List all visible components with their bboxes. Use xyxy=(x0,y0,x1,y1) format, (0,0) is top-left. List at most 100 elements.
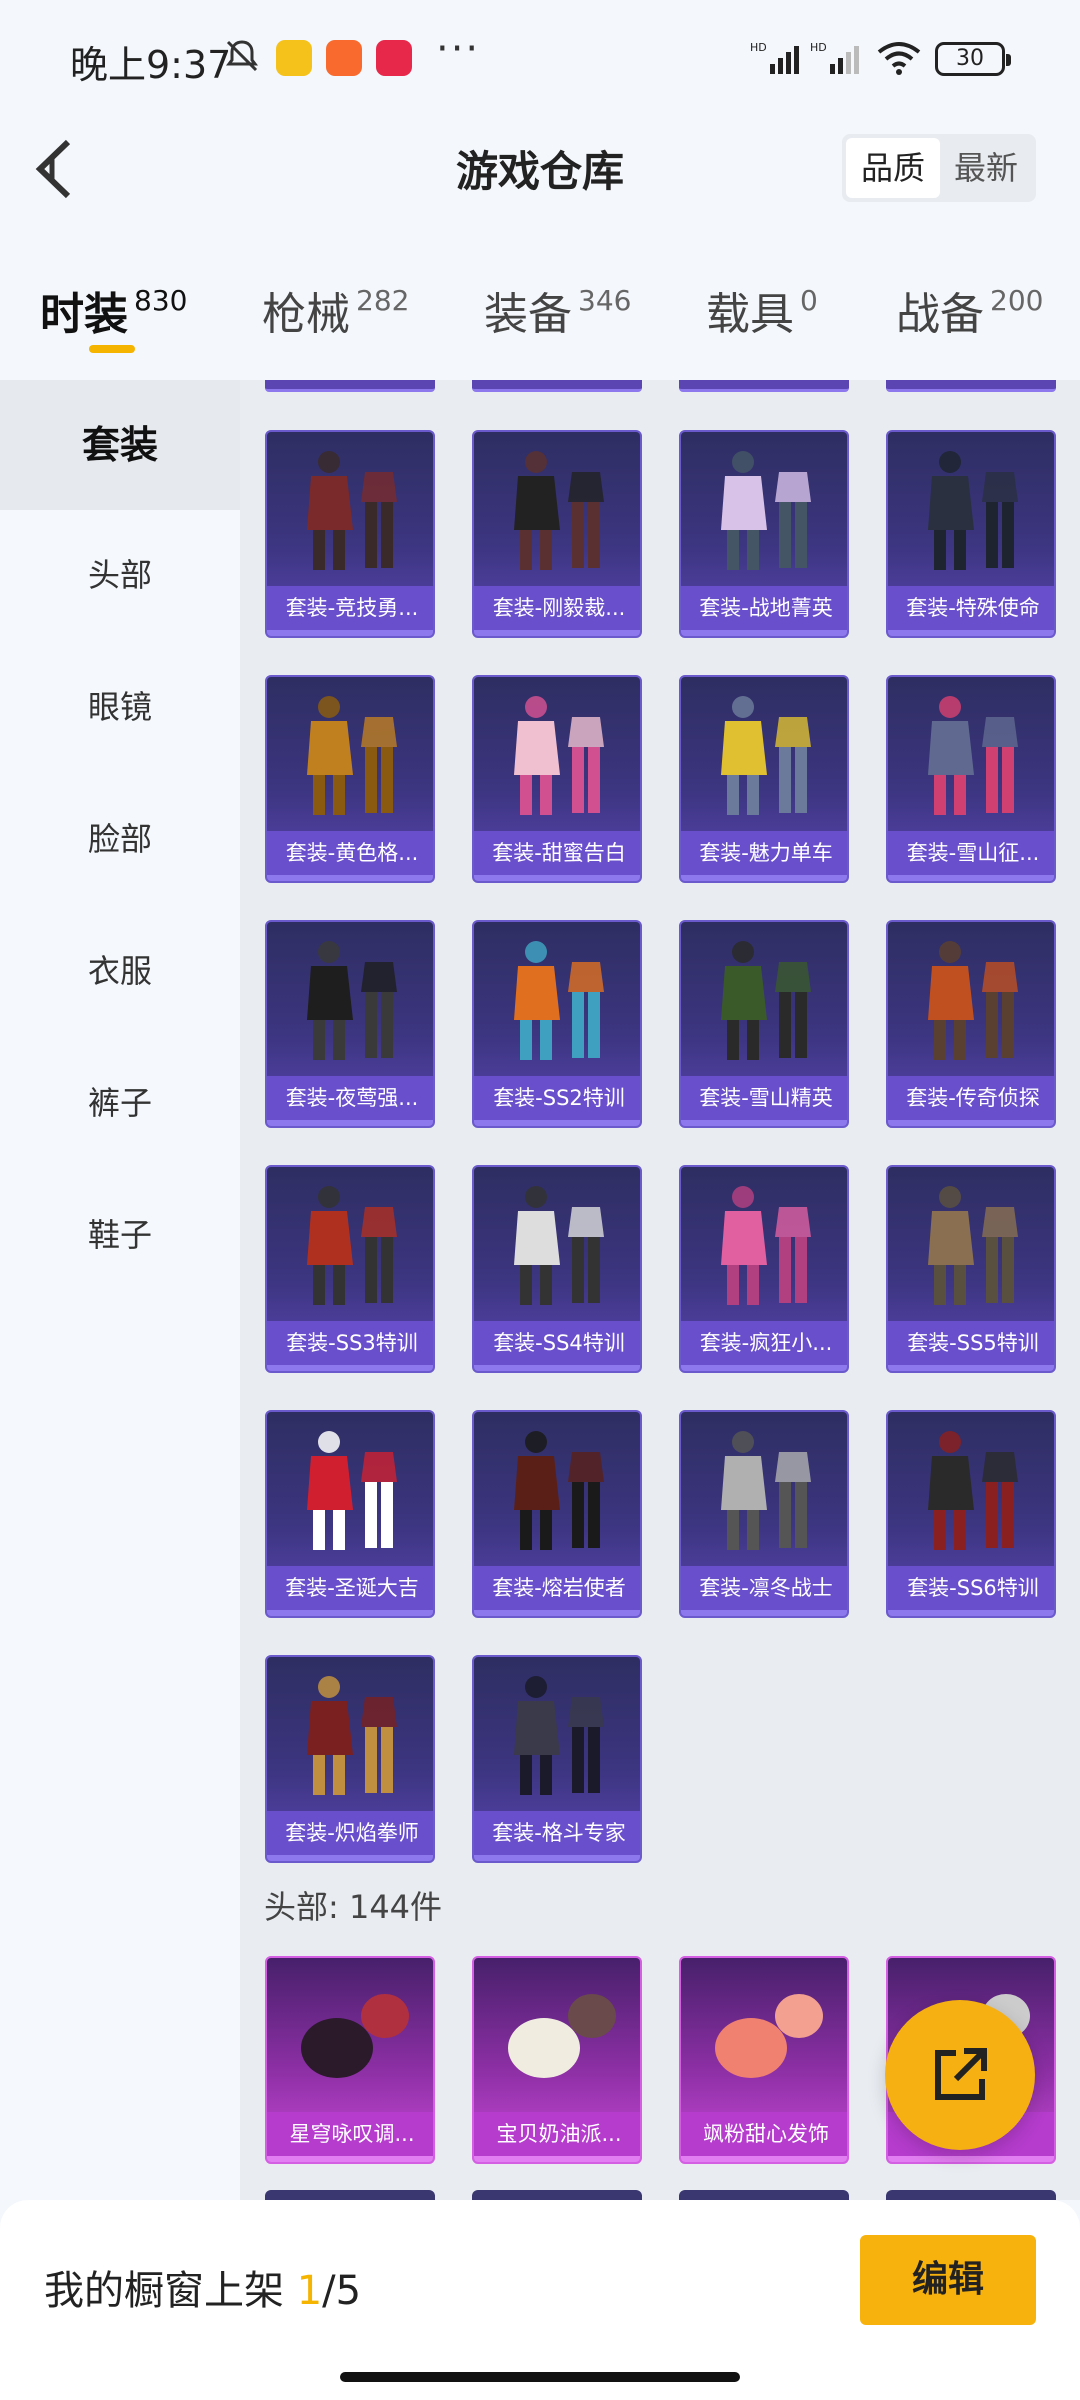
item-name: 套装-SS5特训 xyxy=(888,1321,1054,1371)
sidebar-item-head[interactable]: 头部 xyxy=(0,510,240,640)
suit-card[interactable]: 套装-SS3特训 xyxy=(265,1165,435,1373)
suit-card[interactable]: 套装-SS6特训 xyxy=(886,1410,1056,1618)
suit-card[interactable]: 套装-疯狂小... xyxy=(679,1165,849,1373)
suit-card[interactable]: 套装-战地菁英 xyxy=(679,430,849,638)
tab-label: 装备 xyxy=(484,289,572,340)
suit-card[interactable]: 套装-炽焰拳师 xyxy=(265,1655,435,1863)
tab-count: 282 xyxy=(356,284,410,317)
edit-button[interactable]: 编辑 xyxy=(860,2235,1036,2325)
item-name: 套装-传奇侦探 xyxy=(888,1076,1054,1126)
item-name: 套装-雪山精英 xyxy=(681,1076,847,1126)
sort-newest-option[interactable]: 最新 xyxy=(940,138,1032,198)
suit-card[interactable]: 套装-竞技勇... xyxy=(265,430,435,638)
suit-card[interactable]: 套装-SS5特训 xyxy=(886,1165,1056,1373)
share-external-icon xyxy=(935,2048,987,2100)
item-name: 套装-特殊使命 xyxy=(888,586,1054,636)
suit-card[interactable]: 套装-特殊使命 xyxy=(886,430,1056,638)
tab-count: 830 xyxy=(134,284,188,317)
home-indicator xyxy=(340,2372,740,2382)
tab-vehicles[interactable]: 载具 0 xyxy=(706,278,818,342)
headwear-image xyxy=(301,1994,409,2078)
sidebar-item-clothes[interactable]: 衣服 xyxy=(0,906,240,1036)
card-stub xyxy=(472,380,642,392)
tab-equipment[interactable]: 装备 346 xyxy=(484,278,631,342)
outfit-image xyxy=(928,451,1018,570)
item-name: 飒粉甜心发饰 xyxy=(681,2112,847,2162)
signal-hd-2-icon: HD xyxy=(810,41,859,74)
showcase-bar: 我的橱窗上架 1/5 编辑 xyxy=(0,2200,1080,2400)
suit-card[interactable]: 套装-传奇侦探 xyxy=(886,920,1056,1128)
item-name: 宝贝奶油派... xyxy=(474,2112,640,2162)
headwear-image xyxy=(715,1994,823,2078)
item-name: 星穹咏叹调... xyxy=(267,2112,433,2162)
sidebar-item-glasses[interactable]: 眼镜 xyxy=(0,642,240,772)
outfit-image xyxy=(721,696,811,815)
suit-card[interactable]: 套装-雪山精英 xyxy=(679,920,849,1128)
sort-quality-option[interactable]: 品质 xyxy=(846,138,940,198)
app-icon-red xyxy=(376,40,412,76)
outfit-image xyxy=(307,1431,397,1550)
sidebar-item-pants[interactable]: 裤子 xyxy=(0,1038,240,1168)
headwear-image xyxy=(508,1994,616,2078)
suit-card[interactable]: 套装-SS4特训 xyxy=(472,1165,642,1373)
suit-card[interactable]: 套装-黄色格... xyxy=(265,675,435,883)
suit-card[interactable]: 套装-熔岩使者 xyxy=(472,1410,642,1618)
suit-card[interactable]: 套装-雪山征... xyxy=(886,675,1056,883)
card-stub xyxy=(886,380,1056,392)
item-name: 套装-魅力单车 xyxy=(681,831,847,881)
more-notifications-dots: ··· xyxy=(436,26,481,72)
item-name: 套装-竞技勇... xyxy=(267,586,433,636)
sidebar-item-shoes[interactable]: 鞋子 xyxy=(0,1170,240,1300)
outfit-image xyxy=(514,941,604,1060)
head-item-card[interactable]: 宝贝奶油派... xyxy=(472,1956,642,2164)
item-name: 套装-格斗专家 xyxy=(474,1811,640,1861)
suit-card[interactable]: 套装-夜莺强... xyxy=(265,920,435,1128)
app-icon-orange xyxy=(326,40,362,76)
outfit-image xyxy=(514,1431,604,1550)
bell-off-icon xyxy=(226,40,258,72)
outfit-image xyxy=(721,941,811,1060)
outfit-image xyxy=(514,1676,604,1795)
outfit-image xyxy=(307,451,397,570)
sidebar-item-face[interactable]: 脸部 xyxy=(0,774,240,904)
item-name: 套装-SS2特训 xyxy=(474,1076,640,1126)
suit-card[interactable]: 套装-SS2特训 xyxy=(472,920,642,1128)
sidebar-item-suits[interactable]: 套装 xyxy=(0,380,240,510)
item-name: 套装-雪山征... xyxy=(888,831,1054,881)
outfit-image xyxy=(928,1431,1018,1550)
svg-text:HD: HD xyxy=(750,41,767,54)
app-icon-yellow xyxy=(276,40,312,76)
share-button[interactable] xyxy=(885,2000,1035,2150)
suit-card[interactable]: 套装-刚毅裁... xyxy=(472,430,642,638)
outfit-image xyxy=(514,696,604,815)
item-name: 套装-夜莺强... xyxy=(267,1076,433,1126)
tab-weapons[interactable]: 枪械 282 xyxy=(262,278,409,342)
outfit-image xyxy=(721,451,811,570)
suit-card[interactable]: 套装-甜蜜告白 xyxy=(472,675,642,883)
tab-supplies[interactable]: 战备 200 xyxy=(896,278,1043,342)
showcase-current: 1 xyxy=(296,2268,323,2314)
head-item-card[interactable]: 星穹咏叹调... xyxy=(265,1956,435,2164)
item-name: 套装-SS6特训 xyxy=(888,1566,1054,1616)
battery-icon: 30 xyxy=(935,42,1011,76)
tab-count: 200 xyxy=(990,284,1044,317)
tab-fashion[interactable]: 时装 830 xyxy=(40,278,187,342)
outfit-image xyxy=(721,1431,811,1550)
svg-text:HD: HD xyxy=(810,41,827,54)
item-name: 套装-疯狂小... xyxy=(681,1321,847,1371)
card-stub xyxy=(679,380,849,392)
suit-card[interactable]: 套装-格斗专家 xyxy=(472,1655,642,1863)
sort-toggle[interactable]: 品质 最新 xyxy=(842,134,1036,202)
showcase-total: /5 xyxy=(322,2268,362,2314)
suit-card[interactable]: 套装-圣诞大吉 xyxy=(265,1410,435,1618)
tab-label: 时装 xyxy=(40,289,128,340)
showcase-label: 我的橱窗上架 xyxy=(44,2268,297,2314)
head-item-card[interactable]: 飒粉甜心发饰 xyxy=(679,1956,849,2164)
suit-card[interactable]: 套装-魅力单车 xyxy=(679,675,849,883)
outfit-image xyxy=(307,941,397,1060)
status-bar: 晚上9:37 ··· HD HD 30 xyxy=(0,0,1080,120)
suit-card[interactable]: 套装-凛冬战士 xyxy=(679,1410,849,1618)
card-stub xyxy=(886,2190,1056,2200)
active-tab-indicator xyxy=(89,345,135,353)
item-grid: 套装-竞技勇... 套装-刚毅裁... 套装-战地菁英 套装-特殊使命套装-黄色格..… xyxy=(240,380,1080,2200)
